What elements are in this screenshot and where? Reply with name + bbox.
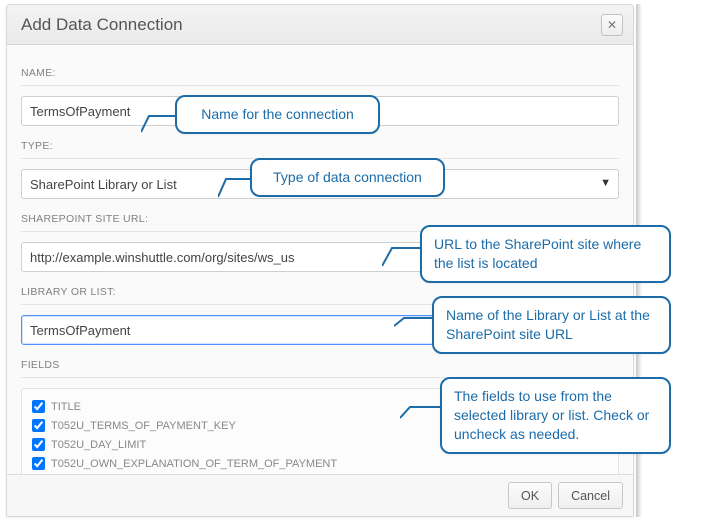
field-checkbox-own-explanation[interactable]	[32, 457, 45, 470]
cancel-button[interactable]: Cancel	[558, 482, 623, 509]
dialog-title: Add Data Connection	[21, 15, 183, 35]
field-label: T052U_TERMS_OF_PAYMENT_KEY	[51, 420, 236, 432]
fields-label: FIELDS	[21, 359, 619, 371]
callout-library: Name of the Library or List at the Share…	[432, 296, 671, 354]
callout-url: URL to the SharePoint site where the lis…	[420, 225, 671, 283]
field-label: T052U_OWN_EXPLANATION_OF_TERM_OF_PAYMENT	[51, 458, 337, 470]
ok-button[interactable]: OK	[508, 482, 552, 509]
field-checkbox-day-limit[interactable]	[32, 438, 45, 451]
callout-type: Type of data connection	[250, 158, 445, 197]
url-label: SHAREPOINT SITE URL:	[21, 213, 619, 225]
close-icon: ✕	[607, 18, 617, 32]
field-label: T052U_DAY_LIMIT	[51, 439, 146, 451]
field-checkbox-terms-of-payment-key[interactable]	[32, 419, 45, 432]
close-button[interactable]: ✕	[601, 14, 623, 36]
field-row: T052U_OWN_EXPLANATION_OF_TERM_OF_PAYMENT	[32, 454, 608, 473]
field-checkbox-title[interactable]	[32, 400, 45, 413]
field-label: TITLE	[51, 401, 81, 413]
dialog-footer: OK Cancel	[7, 474, 633, 516]
callout-fields: The fields to use from the selected libr…	[440, 377, 671, 454]
dialog-titlebar: Add Data Connection ✕	[7, 5, 633, 45]
callout-name: Name for the connection	[175, 95, 380, 134]
name-label: NAME:	[21, 67, 619, 79]
type-label: TYPE:	[21, 140, 619, 152]
